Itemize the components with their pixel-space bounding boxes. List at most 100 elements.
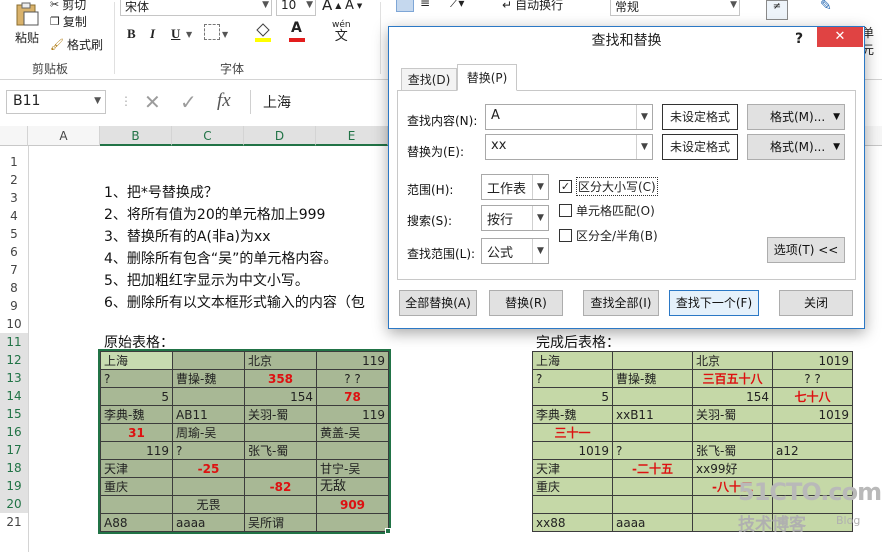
original-table-cell[interactable]	[173, 352, 245, 370]
italic-button[interactable]: I	[150, 26, 155, 42]
result-table-cell[interactable]: 张飞-蜀	[693, 442, 773, 460]
original-table-cell[interactable]: 358	[245, 370, 317, 388]
original-table-cell[interactable]: ?	[173, 442, 245, 460]
replace-format-button[interactable]: 格式(M)... ▼	[747, 134, 845, 160]
row-header[interactable]: 14	[0, 387, 28, 405]
original-table-cell[interactable]: -82	[245, 478, 317, 496]
chevron-down-icon[interactable]: ▼	[636, 105, 652, 129]
original-table-cell[interactable]: 154	[245, 388, 317, 406]
row-header[interactable]: 9	[0, 297, 28, 315]
lookin-select[interactable]: 公式 ▼	[481, 238, 549, 264]
row-header[interactable]: 6	[0, 243, 28, 261]
original-table-cell[interactable]: -25	[173, 460, 245, 478]
row-header[interactable]: 8	[0, 279, 28, 297]
copy-button[interactable]: ❐ 复制	[50, 13, 87, 30]
tab-replace[interactable]: 替换(P)	[457, 64, 517, 91]
bold-button[interactable]: B	[127, 26, 136, 42]
result-table-cell[interactable]: 李典-魏	[533, 406, 613, 424]
original-table-cell[interactable]: 周瑜-吴	[173, 424, 245, 442]
result-table-cell[interactable]: 1019	[773, 352, 853, 370]
chevron-down-icon[interactable]: ▼	[222, 30, 228, 39]
find-input[interactable]: A ▼	[485, 104, 653, 130]
replace-all-button[interactable]: 全部替换(A)	[399, 290, 477, 316]
match-width-checkbox[interactable]: 区分全/半角(B)	[559, 227, 658, 244]
cut-button[interactable]: ✂ 剪切	[50, 0, 86, 13]
replace-button[interactable]: 替换(R)	[489, 290, 563, 316]
row-header[interactable]: 18	[0, 459, 28, 477]
original-table-cell[interactable]: 黄盖-吴	[317, 424, 389, 442]
result-table-cell[interactable]: xx99好	[693, 460, 773, 478]
row-header[interactable]: 12	[0, 351, 28, 369]
result-table-cell[interactable]	[613, 352, 693, 370]
grow-font-button[interactable]: A ▲	[322, 0, 341, 14]
original-table-cell[interactable]	[173, 478, 245, 496]
find-all-button[interactable]: 查找全部(I)	[583, 290, 659, 316]
help-button[interactable]: ?	[795, 31, 803, 47]
paste-button[interactable]: 粘贴	[10, 2, 44, 46]
borders-icon[interactable]	[204, 24, 220, 40]
row-header[interactable]: 21	[0, 513, 28, 531]
column-header-e[interactable]: E	[316, 126, 388, 146]
row-header[interactable]: 16	[0, 423, 28, 441]
original-table-cell[interactable]	[101, 496, 173, 514]
original-table-cell[interactable]: 78	[317, 388, 389, 406]
original-table-cell[interactable]: 31	[101, 424, 173, 442]
result-table-cell[interactable]	[773, 460, 853, 478]
original-table-cell[interactable]: 天津	[101, 460, 173, 478]
result-table-cell[interactable]	[693, 424, 773, 442]
number-format-select[interactable]: 常规 ▼	[610, 0, 740, 16]
original-table-cell[interactable]	[245, 460, 317, 478]
result-table-cell[interactable]: ?	[613, 442, 693, 460]
row-header[interactable]: 13	[0, 369, 28, 387]
original-table-cell[interactable]: aaaa	[173, 514, 245, 532]
row-header[interactable]: 5	[0, 225, 28, 243]
orientation-button[interactable]: ⟋▾	[450, 0, 464, 11]
font-color-button[interactable]: A	[288, 20, 306, 42]
original-table-cell[interactable]: 关羽-蜀	[245, 406, 317, 424]
original-table-cell[interactable]: 上海	[101, 352, 173, 370]
result-table-cell[interactable]: 七十八	[773, 388, 853, 406]
find-next-button[interactable]: 查找下一个(F)	[669, 290, 759, 316]
row-header[interactable]: 15	[0, 405, 28, 423]
result-table-cell[interactable]: 重庆	[533, 478, 613, 496]
shrink-font-button[interactable]: A ▼	[345, 0, 362, 13]
result-table-cell[interactable]	[773, 424, 853, 442]
original-table-cell[interactable]: 119	[317, 352, 389, 370]
result-table-cell[interactable]: 三十一	[533, 424, 613, 442]
result-table-cell[interactable]: 曹操-魏	[613, 370, 693, 388]
align-bottom-button[interactable]: ≡	[420, 0, 430, 10]
original-table-cell[interactable]: 曹操-魏	[173, 370, 245, 388]
result-table-cell[interactable]: 1019	[533, 442, 613, 460]
original-table-cell[interactable]: A88	[101, 514, 173, 532]
font-name-select[interactable]: 宋体 ▼	[120, 0, 272, 16]
underline-button[interactable]: U	[171, 26, 180, 42]
result-table-cell[interactable]: xx88	[533, 514, 613, 532]
fill-color-button[interactable]	[254, 22, 272, 42]
column-header-b[interactable]: B	[100, 126, 172, 146]
result-table-cell[interactable]: aaaa	[613, 514, 693, 532]
close-icon[interactable]: ✕	[817, 27, 863, 47]
column-header-a[interactable]: A	[28, 126, 100, 146]
original-table-cell[interactable]: ? ?	[317, 370, 389, 388]
original-table-cell[interactable]: 李典-魏	[101, 406, 173, 424]
original-table-cell[interactable]: 119	[317, 406, 389, 424]
close-button[interactable]: 关闭	[779, 290, 853, 316]
row-header[interactable]: 3	[0, 189, 28, 207]
result-table-cell[interactable]: a12	[773, 442, 853, 460]
result-table-cell[interactable]: ?	[533, 370, 613, 388]
result-table-cell[interactable]	[613, 424, 693, 442]
result-table-cell[interactable]	[613, 388, 693, 406]
fill-handle[interactable]	[385, 528, 391, 534]
enter-icon[interactable]: ✓	[180, 90, 197, 114]
row-header[interactable]: 19	[0, 477, 28, 495]
tab-find[interactable]: 查找(D)	[401, 68, 457, 90]
original-table-cell[interactable]: 北京	[245, 352, 317, 370]
original-table-cell[interactable]: 吴所谓	[245, 514, 317, 532]
original-table-cell[interactable]	[173, 388, 245, 406]
result-table-cell[interactable]: 1019	[773, 406, 853, 424]
scope-select[interactable]: 工作表 ▼	[481, 174, 549, 200]
row-header[interactable]: 1	[0, 153, 28, 171]
row-header[interactable]: 4	[0, 207, 28, 225]
row-header[interactable]: 10	[0, 315, 28, 333]
match-case-checkbox[interactable]: ✓ 区分大小写(C)	[559, 177, 658, 196]
